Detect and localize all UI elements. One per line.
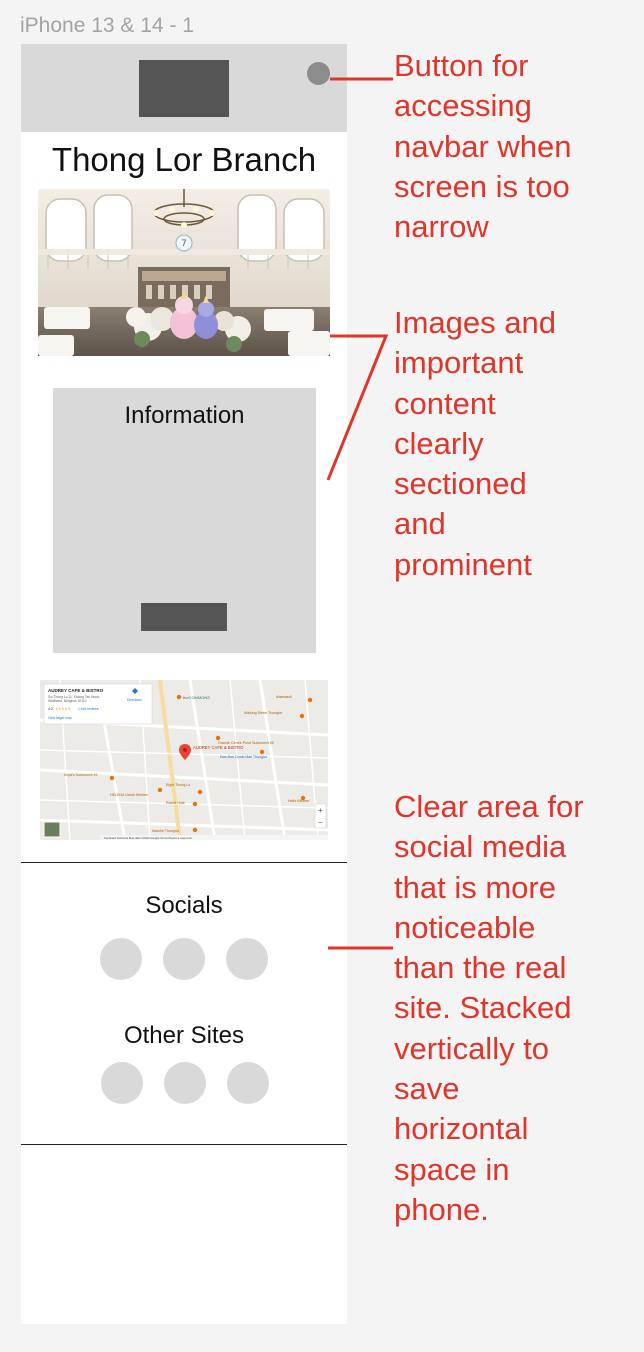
restaurant-interior-image: 7 [38, 189, 330, 356]
map-reviews-link[interactable]: 1,044 reviews [78, 707, 99, 711]
social-icon-2[interactable] [163, 938, 205, 980]
map-zoom-out-button[interactable]: − [318, 818, 323, 827]
map-label-rabbit-hole: Rabbit Hole [166, 801, 185, 805]
navbar-toggle-button[interactable] [307, 62, 330, 85]
annotation-content: Images and important content clearly sec… [394, 305, 556, 582]
restaurant-photo: 7 [38, 189, 330, 356]
svg-text:7: 7 [181, 239, 187, 249]
map-label-atarwadi: Atarwadi [276, 694, 292, 699]
map-place-name: AUDREY CAFE & BISTRO [48, 688, 104, 693]
map-label-kuyas: Kuya's Sukhumvit 49 [64, 773, 97, 777]
logo-placeholder[interactable] [139, 60, 229, 117]
map-stars: ★★★★★ [55, 707, 72, 711]
socials-title: Socials [145, 892, 223, 919]
information-button[interactable] [141, 603, 227, 631]
social-icon-3[interactable] [226, 938, 268, 980]
other-site-icon-3[interactable] [227, 1062, 269, 1104]
map-label-eight-thonglor: Eight Thong Lo [166, 783, 190, 787]
other-site-icon-2[interactable] [164, 1062, 206, 1104]
information-section: Information [53, 388, 316, 653]
map-label-walking-street: Walking Street Thonglor [244, 711, 283, 715]
divider-top [21, 862, 347, 863]
header-bar [21, 44, 347, 132]
location-map[interactable]: AUDREY CAFE & BISTRO Soi Thong Lo 11, Kh… [40, 680, 328, 840]
map-canvas[interactable]: AUDREY CAFE & BISTRO Soi Thong Lo 11, Kh… [40, 680, 328, 840]
map-label-helena: HELENA Greek Kitchen [110, 793, 148, 797]
other-sites-title: Other Sites [123, 1022, 245, 1049]
map-footer: Keyboard shortcuts Map data ©2024 Google… [104, 836, 192, 840]
map-zoom-in-button[interactable]: + [318, 806, 323, 815]
map-satellite-toggle[interactable] [43, 821, 61, 838]
divider-bottom [21, 1144, 347, 1145]
map-label-hello-kitchen: Hello Kitchen [288, 799, 309, 803]
annotation-social: Clear area for social media that is more… [394, 789, 584, 1227]
map-rating: 4.2 [48, 707, 53, 711]
map-directions-link[interactable]: Directions [127, 698, 142, 702]
information-title: Information [124, 402, 245, 429]
phone-frame: Thong Lor Branch 7 Information AUDREY CA… [21, 44, 347, 1324]
map-label-marche: Marché Thonglor [152, 829, 180, 833]
social-icon-1[interactable] [100, 938, 142, 980]
frame-label: iPhone 13 & 14 - 1 [20, 14, 194, 37]
map-address-line2: Watthana, Bangkok 10110 [48, 699, 87, 703]
map-label-commons: theCOMMONS [183, 695, 210, 700]
page-title: Thong Lor Branch [51, 141, 317, 178]
map-pin-label: AUDREY CAFE & BISTRO [193, 745, 244, 750]
map-larger-link[interactable]: View larger map [48, 716, 72, 720]
annotation-navbar: Button for accessing navbar when screen … [394, 48, 572, 245]
map-label-donki: Don Don Donki Mall Thonglor [220, 755, 268, 759]
other-site-icon-1[interactable] [101, 1062, 143, 1104]
